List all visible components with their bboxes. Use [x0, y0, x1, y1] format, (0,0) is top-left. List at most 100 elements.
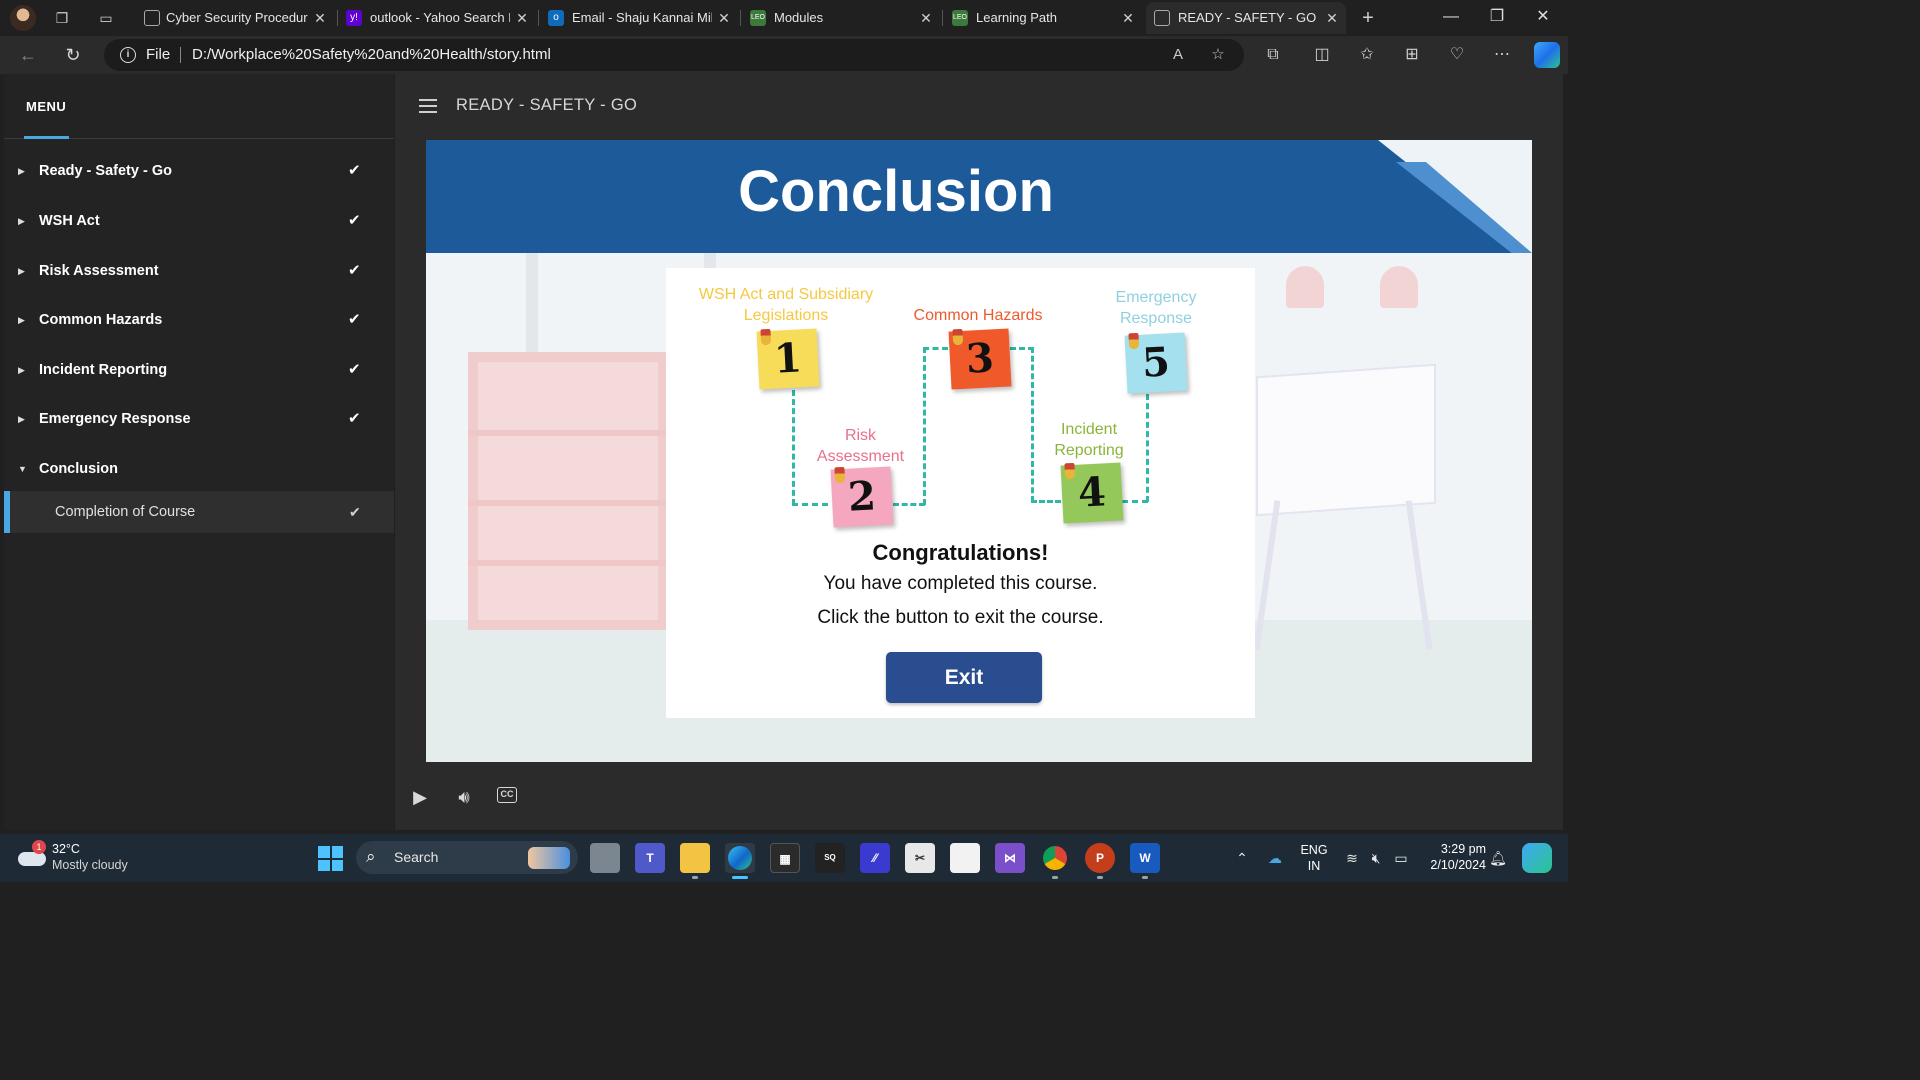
collections-icon[interactable]: ⊞	[1401, 44, 1423, 66]
snipping-tool-icon[interactable]: ✂	[905, 843, 935, 873]
microsoft-store-icon[interactable]: ▦	[770, 843, 800, 873]
refresh-icon[interactable]: ↻	[60, 42, 86, 68]
exit-button[interactable]: Exit	[886, 652, 1042, 703]
menu-item-label: Emergency Response	[39, 411, 191, 427]
menu-item-incident-reporting[interactable]: ▶ Incident Reporting ✔	[4, 348, 394, 392]
menu-item-emergency-response[interactable]: ▶ Emergency Response ✔	[4, 397, 394, 441]
completed-check-icon: ✔	[348, 361, 361, 378]
visual-studio-icon[interactable]: ⋈	[995, 843, 1025, 873]
task-view-icon[interactable]	[590, 843, 620, 873]
language-indicator[interactable]: ENG	[1296, 843, 1332, 857]
menu-title[interactable]: MENU	[26, 99, 66, 114]
expand-caret-icon: ▶	[18, 315, 25, 325]
power-automate-icon[interactable]: ⁄⁄	[860, 843, 890, 873]
tab-separator	[740, 10, 741, 26]
region-indicator[interactable]: IN	[1296, 859, 1332, 873]
menu-tab-underline	[24, 136, 69, 139]
outlook-icon: o	[548, 10, 564, 26]
wifi-icon[interactable]: ≋	[1342, 848, 1362, 868]
tab-cyber-security[interactable]: Cyber Security Procedure ✕	[136, 2, 334, 34]
favorites-icon[interactable]: ✩	[1356, 44, 1378, 66]
path-segment	[1122, 500, 1148, 503]
chrome-icon[interactable]	[1040, 843, 1070, 873]
browser-essentials-icon[interactable]: ♡	[1446, 44, 1468, 66]
volume-icon[interactable]: 🔊︎	[451, 784, 477, 810]
menu-item-conclusion[interactable]: ▼ Conclusion	[4, 447, 394, 491]
menu-subitem-completion-of-course[interactable]: Completion of Course ✔	[4, 491, 394, 533]
step-number: 4	[1076, 468, 1108, 517]
step-label-text: Risk Assessment	[816, 427, 905, 465]
tab-separator	[538, 10, 539, 26]
word-icon[interactable]: W	[1130, 843, 1160, 873]
weather-alert-badge: 1	[32, 840, 46, 854]
play-icon[interactable]: ▶	[407, 784, 433, 810]
restore-icon[interactable]: ❐	[1474, 0, 1520, 34]
show-hidden-icons-icon[interactable]: ⌃	[1232, 848, 1252, 868]
tab-actions-icon[interactable]: ▭	[96, 8, 116, 28]
powerpoint-icon[interactable]: P	[1085, 843, 1115, 873]
tab-ready-safety-go[interactable]: READY - SAFETY - GO ✕	[1146, 2, 1346, 34]
path-segment	[792, 503, 828, 506]
closed-captions-icon[interactable]: CC	[497, 787, 517, 803]
tab-learning-path[interactable]: LEO Learning Path ✕	[944, 2, 1142, 34]
background-lamp	[1286, 266, 1324, 308]
running-indicator	[732, 876, 748, 879]
path-segment	[893, 503, 925, 506]
clock-time[interactable]: 3:29 pm	[1420, 842, 1486, 856]
profile-avatar[interactable]	[10, 5, 36, 31]
notifications-bell-icon[interactable]: 🔔︎	[1488, 848, 1508, 868]
minimize-icon[interactable]: —	[1428, 0, 1474, 34]
menu-item-risk-assessment[interactable]: ▶ Risk Assessment ✔	[4, 249, 394, 293]
step-label-text: Common Hazards	[913, 307, 1043, 324]
file-explorer-icon[interactable]	[680, 843, 710, 873]
address-bar[interactable]: i File D:/Workplace%20Safety%20and%20Hea…	[104, 39, 1244, 71]
battery-icon[interactable]: ▭	[1391, 848, 1411, 868]
extensions-icon[interactable]: ⧉	[1262, 44, 1284, 66]
read-aloud-icon[interactable]: A	[1168, 45, 1188, 65]
close-tab-icon[interactable]: ✕	[1120, 2, 1136, 34]
workspaces-icon[interactable]: ❐	[52, 8, 72, 28]
new-tab-icon[interactable]: +	[1358, 8, 1378, 28]
weather-cloud-icon[interactable]: 1	[18, 840, 46, 866]
edge-browser-icon[interactable]	[725, 843, 755, 873]
more-options-icon[interactable]: ⋯	[1491, 44, 1513, 66]
close-tab-icon[interactable]: ✕	[716, 2, 732, 34]
tab-modules[interactable]: LEO Modules ✕	[742, 2, 940, 34]
expand-caret-icon: ▶	[18, 365, 25, 375]
close-tab-icon[interactable]: ✕	[514, 2, 530, 34]
step-1-sticky-note: 1	[756, 328, 820, 390]
step-number: 5	[1140, 338, 1172, 387]
tab-yahoo-search[interactable]: y! outlook - Yahoo Search Re ✕	[338, 2, 536, 34]
info-icon[interactable]: i	[120, 47, 136, 63]
notepad-icon[interactable]	[950, 843, 980, 873]
split-screen-icon[interactable]: ◫	[1311, 44, 1333, 66]
completed-check-icon: ✔	[348, 410, 361, 427]
menu-item-common-hazards[interactable]: ▶ Common Hazards ✔	[4, 298, 394, 342]
close-tab-icon[interactable]: ✕	[312, 2, 328, 34]
menu-item-ready-safety-go[interactable]: ▶ Ready - Safety - Go ✔	[4, 149, 394, 193]
windows-start-icon[interactable]	[318, 846, 343, 871]
teams-icon[interactable]: T	[635, 843, 665, 873]
clock-date[interactable]: 2/10/2024	[1420, 858, 1486, 872]
copilot-icon[interactable]	[1534, 42, 1560, 68]
onedrive-icon[interactable]: ☁	[1265, 848, 1285, 868]
close-tab-icon[interactable]: ✕	[918, 2, 934, 34]
favorite-star-icon[interactable]: ☆	[1208, 45, 1228, 65]
close-window-icon[interactable]: ✕	[1520, 0, 1566, 34]
hamburger-menu-icon[interactable]	[419, 99, 437, 113]
close-tab-icon[interactable]: ✕	[1324, 2, 1340, 34]
taskbar-search[interactable]: ⌕ Search	[356, 841, 578, 874]
copilot-taskbar-icon[interactable]	[1522, 843, 1552, 873]
page-icon	[1154, 10, 1170, 26]
background-whiteboard	[1256, 363, 1436, 517]
congratulations-heading: Congratulations!	[872, 540, 1049, 565]
back-icon[interactable]: ←	[15, 42, 41, 68]
weather-temperature[interactable]: 32°C	[52, 842, 80, 856]
volume-muted-icon[interactable]: 🔇︎	[1366, 848, 1386, 868]
medal-icon	[834, 466, 846, 484]
tab-email[interactable]: o Email - Shaju Kannai Milan ✕	[540, 2, 738, 34]
weather-condition[interactable]: Mostly cloudy	[52, 858, 128, 872]
menu-item-wsh-act[interactable]: ▶ WSH Act ✔	[4, 199, 394, 243]
url-text[interactable]: D:/Workplace%20Safety%20and%20Health/sto…	[192, 39, 551, 71]
sailo-quest-icon[interactable]: SQ	[815, 843, 845, 873]
